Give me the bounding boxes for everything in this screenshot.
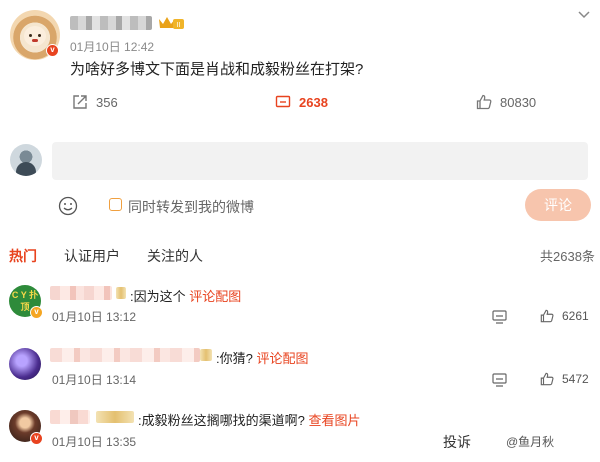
emoji-icon[interactable] <box>58 196 78 216</box>
comment-like-count: 6261 <box>562 309 589 323</box>
comment-like-button[interactable]: 6261 <box>540 309 589 323</box>
chevron-down-icon[interactable] <box>578 6 590 22</box>
author-name-blurred[interactable] <box>70 16 152 30</box>
commenter-name-blurred[interactable] <box>50 348 200 362</box>
post-timestamp: 01月10日 12:42 <box>70 40 155 54</box>
comment-text: :成毅粉丝这搁哪找的渠道啊? <box>138 413 305 428</box>
my-avatar[interactable] <box>10 144 42 176</box>
commenter-name-blurred[interactable] <box>50 410 90 424</box>
comment-image-link[interactable]: 评论配图 <box>189 289 241 304</box>
level-badge-text: II <box>177 22 181 29</box>
tab-following[interactable]: 关注的人 <box>147 246 203 266</box>
comment-like-count: 5472 <box>562 372 589 386</box>
post-text: 为啥好多博文下面是肖战和成毅粉丝在打架? <box>70 61 364 78</box>
comment-icon[interactable] <box>492 310 507 324</box>
comment-button[interactable]: 2638 <box>275 94 328 110</box>
like-icon <box>540 309 554 323</box>
member-badge-icon <box>200 349 212 361</box>
submit-comment-button[interactable]: 评论 <box>525 189 591 221</box>
comment-text: :你猜? <box>216 351 253 366</box>
verified-icon: v <box>30 306 43 319</box>
avatar-eye <box>38 34 41 37</box>
commenter-avatar[interactable] <box>9 348 41 380</box>
comment-like-button[interactable]: 5472 <box>540 372 589 386</box>
watermark: @鱼月秋 <box>506 435 555 449</box>
like-icon <box>476 94 492 110</box>
avatar-body <box>16 162 36 176</box>
comment-total: 共2638条 <box>540 249 595 264</box>
tab-verified[interactable]: 认证用户 <box>64 246 120 266</box>
comment-body: :你猜? 评论配图 <box>216 348 308 367</box>
repost-icon <box>73 95 87 109</box>
avatar-eye <box>29 34 32 37</box>
comment-image-link[interactable]: 评论配图 <box>256 351 308 366</box>
comment-text: :因为这个 <box>130 289 186 304</box>
verified-icon: v <box>46 44 59 57</box>
comment-input[interactable] <box>52 142 588 180</box>
like-button[interactable]: 80830 <box>476 94 536 110</box>
comment-timestamp: 01月10日 13:12 <box>52 310 137 324</box>
like-count: 80830 <box>500 94 537 110</box>
commenter-name-blurred[interactable] <box>50 286 112 300</box>
comment-timestamp: 01月10日 13:35 <box>52 435 137 449</box>
repost-checkbox[interactable] <box>109 198 122 211</box>
comment-icon[interactable] <box>492 373 507 387</box>
like-icon <box>540 372 554 386</box>
comment-image-link[interactable]: 查看图片 <box>308 413 360 428</box>
comment-timestamp: 01月10日 13:14 <box>52 373 137 387</box>
member-badge-icon <box>116 287 126 299</box>
member-badge-icon <box>96 411 134 423</box>
repost-checkbox-label: 同时转发到我的微博 <box>128 199 254 215</box>
avatar-nose <box>32 39 38 42</box>
report-button[interactable]: 投诉 <box>443 432 471 452</box>
comment-body: :因为这个 评论配图 <box>130 286 241 305</box>
comment-count: 2638 <box>299 94 328 110</box>
repost-button[interactable]: 356 <box>72 94 118 110</box>
avatar-face <box>24 26 46 46</box>
crown-icon: II <box>159 17 184 29</box>
verified-icon: v <box>30 432 43 445</box>
tab-hot[interactable]: 热门 <box>9 246 37 266</box>
comment-body: :成毅粉丝这搁哪找的渠道啊? 查看图片 <box>138 410 360 429</box>
repost-count: 356 <box>96 94 118 110</box>
comment-icon <box>275 95 291 108</box>
